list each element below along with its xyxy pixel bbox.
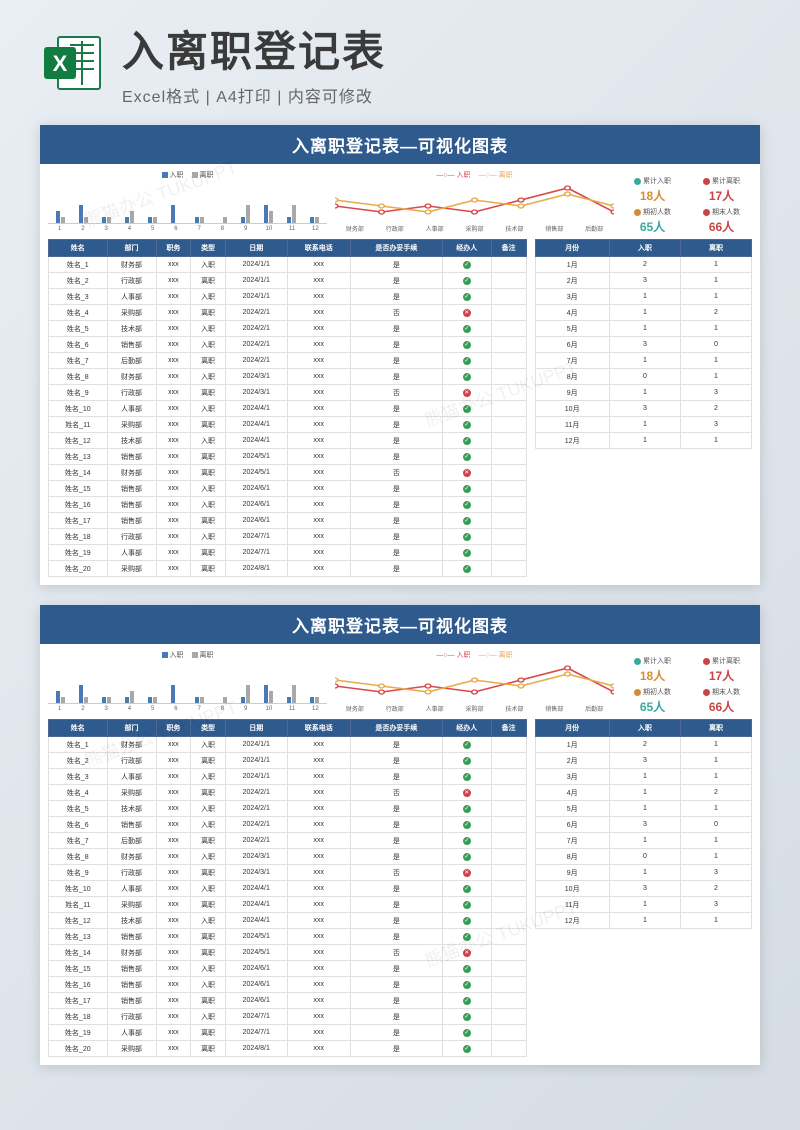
sheet-title: 入离职登记表—可视化图表	[40, 125, 760, 164]
table-row: 6月30	[535, 337, 752, 353]
sheet-title: 入离职登记表—可视化图表	[40, 605, 760, 644]
table-row: 姓名_6销售部xxx入职2024/2/1xxx是✓	[49, 337, 527, 353]
table-row: 姓名_15销售部xxx入职2024/6/1xxx是✓	[49, 481, 527, 497]
table-row: 姓名_4采购部xxx离职2024/2/1xxx否✕	[49, 785, 527, 801]
table-row: 9月13	[535, 865, 752, 881]
spreadsheet-preview: 入离职登记表—可视化图表 入职离职 123456789101112 —○— 入职…	[40, 125, 760, 585]
monthly-summary-table: 月份入职离职1月212月313月114月125月116月307月118月019月…	[535, 239, 753, 449]
table-row: 姓名_18行政部xxx入职2024/7/1xxx是✓	[49, 1009, 527, 1025]
header: X 入离职登记表 Excel格式 | A4打印 | 内容可修改	[0, 0, 800, 115]
table-row: 姓名_2行政部xxx离职2024/1/1xxx是✓	[49, 753, 527, 769]
excel-icon: X	[40, 31, 104, 95]
table-row: 姓名_15销售部xxx入职2024/6/1xxx是✓	[49, 961, 527, 977]
table-row: 姓名_13销售部xxx离职2024/5/1xxx是✓	[49, 929, 527, 945]
page-title: 入离职登记表	[122, 18, 760, 79]
table-row: 姓名_11采购部xxx离职2024/4/1xxx是✓	[49, 417, 527, 433]
table-row: 姓名_6销售部xxx入职2024/2/1xxx是✓	[49, 817, 527, 833]
table-row: 姓名_5技术部xxx入职2024/2/1xxx是✓	[49, 321, 527, 337]
table-row: 姓名_11采购部xxx离职2024/4/1xxx是✓	[49, 897, 527, 913]
monthly-bar-chart	[48, 662, 327, 704]
main-records-table: 姓名部门职务类型日期联系电话是否办妥手续经办人备注姓名_1财务部xxx入职202…	[48, 239, 527, 577]
table-row: 姓名_9行政部xxx离职2024/3/1xxx否✕	[49, 865, 527, 881]
table-row: 姓名_20采购部xxx离职2024/8/1xxx是✓	[49, 561, 527, 577]
table-row: 8月01	[535, 849, 752, 865]
page-subtitle: Excel格式 | A4打印 | 内容可修改	[122, 83, 760, 107]
table-row: 5月11	[535, 321, 752, 337]
table-row: 2月31	[535, 273, 752, 289]
monthly-summary-table: 月份入职离职1月212月313月114月125月116月307月118月019月…	[535, 719, 753, 929]
table-row: 姓名_10人事部xxx入职2024/4/1xxx是✓	[49, 401, 527, 417]
table-row: 姓名_16销售部xxx入职2024/6/1xxx是✓	[49, 497, 527, 513]
table-row: 姓名_13销售部xxx离职2024/5/1xxx是✓	[49, 449, 527, 465]
dept-line-chart: 财务部行政部人事部采购部技术部销售部后勤部	[335, 182, 614, 232]
table-row: 姓名_3人事部xxx入职2024/1/1xxx是✓	[49, 289, 527, 305]
table-row: 10月32	[535, 401, 752, 417]
table-row: 姓名_3人事部xxx入职2024/1/1xxx是✓	[49, 769, 527, 785]
table-row: 姓名_5技术部xxx入职2024/2/1xxx是✓	[49, 801, 527, 817]
table-row: 1月21	[535, 737, 752, 753]
table-row: 姓名_18行政部xxx入职2024/7/1xxx是✓	[49, 529, 527, 545]
table-row: 12月11	[535, 913, 752, 929]
table-row: 姓名_12技术部xxx入职2024/4/1xxx是✓	[49, 913, 527, 929]
table-row: 3月11	[535, 289, 752, 305]
table-row: 1月21	[535, 257, 752, 273]
table-row: 姓名_17销售部xxx离职2024/6/1xxx是✓	[49, 993, 527, 1009]
table-row: 姓名_9行政部xxx离职2024/3/1xxx否✕	[49, 385, 527, 401]
table-row: 姓名_19人事部xxx离职2024/7/1xxx是✓	[49, 1025, 527, 1041]
table-row: 4月12	[535, 305, 752, 321]
table-row: 3月11	[535, 769, 752, 785]
table-row: 4月12	[535, 785, 752, 801]
table-row: 姓名_4采购部xxx离职2024/2/1xxx否✕	[49, 305, 527, 321]
table-row: 姓名_7后勤部xxx离职2024/2/1xxx是✓	[49, 353, 527, 369]
spreadsheet-preview: 入离职登记表—可视化图表 入职离职 123456789101112 —○— 入职…	[40, 605, 760, 1065]
table-row: 11月13	[535, 897, 752, 913]
table-row: 姓名_20采购部xxx离职2024/8/1xxx是✓	[49, 1041, 527, 1057]
table-row: 姓名_7后勤部xxx离职2024/2/1xxx是✓	[49, 833, 527, 849]
table-row: 7月11	[535, 353, 752, 369]
table-row: 姓名_12技术部xxx入职2024/4/1xxx是✓	[49, 433, 527, 449]
table-row: 5月11	[535, 801, 752, 817]
table-row: 姓名_2行政部xxx离职2024/1/1xxx是✓	[49, 273, 527, 289]
table-row: 姓名_14财务部xxx离职2024/5/1xxx否✕	[49, 945, 527, 961]
table-row: 姓名_10人事部xxx入职2024/4/1xxx是✓	[49, 881, 527, 897]
table-row: 7月11	[535, 833, 752, 849]
table-row: 2月31	[535, 753, 752, 769]
table-row: 10月32	[535, 881, 752, 897]
table-row: 9月13	[535, 385, 752, 401]
monthly-bar-chart	[48, 182, 327, 224]
table-row: 姓名_8财务部xxx入职2024/3/1xxx是✓	[49, 369, 527, 385]
main-records-table: 姓名部门职务类型日期联系电话是否办妥手续经办人备注姓名_1财务部xxx入职202…	[48, 719, 527, 1057]
summary-stats: 累计入职18人 累计离职17人 期初人数65人 期末人数66人	[622, 650, 752, 715]
table-row: 8月01	[535, 369, 752, 385]
summary-stats: 累计入职18人 累计离职17人 期初人数65人 期末人数66人	[622, 170, 752, 235]
table-row: 姓名_1财务部xxx入职2024/1/1xxx是✓	[49, 737, 527, 753]
table-row: 11月13	[535, 417, 752, 433]
table-row: 姓名_1财务部xxx入职2024/1/1xxx是✓	[49, 257, 527, 273]
table-row: 姓名_14财务部xxx离职2024/5/1xxx否✕	[49, 465, 527, 481]
svg-text:X: X	[53, 51, 68, 76]
table-row: 姓名_17销售部xxx离职2024/6/1xxx是✓	[49, 513, 527, 529]
table-row: 姓名_8财务部xxx入职2024/3/1xxx是✓	[49, 849, 527, 865]
table-row: 姓名_16销售部xxx入职2024/6/1xxx是✓	[49, 977, 527, 993]
dept-line-chart: 财务部行政部人事部采购部技术部销售部后勤部	[335, 662, 614, 712]
table-row: 12月11	[535, 433, 752, 449]
table-row: 6月30	[535, 817, 752, 833]
table-row: 姓名_19人事部xxx离职2024/7/1xxx是✓	[49, 545, 527, 561]
